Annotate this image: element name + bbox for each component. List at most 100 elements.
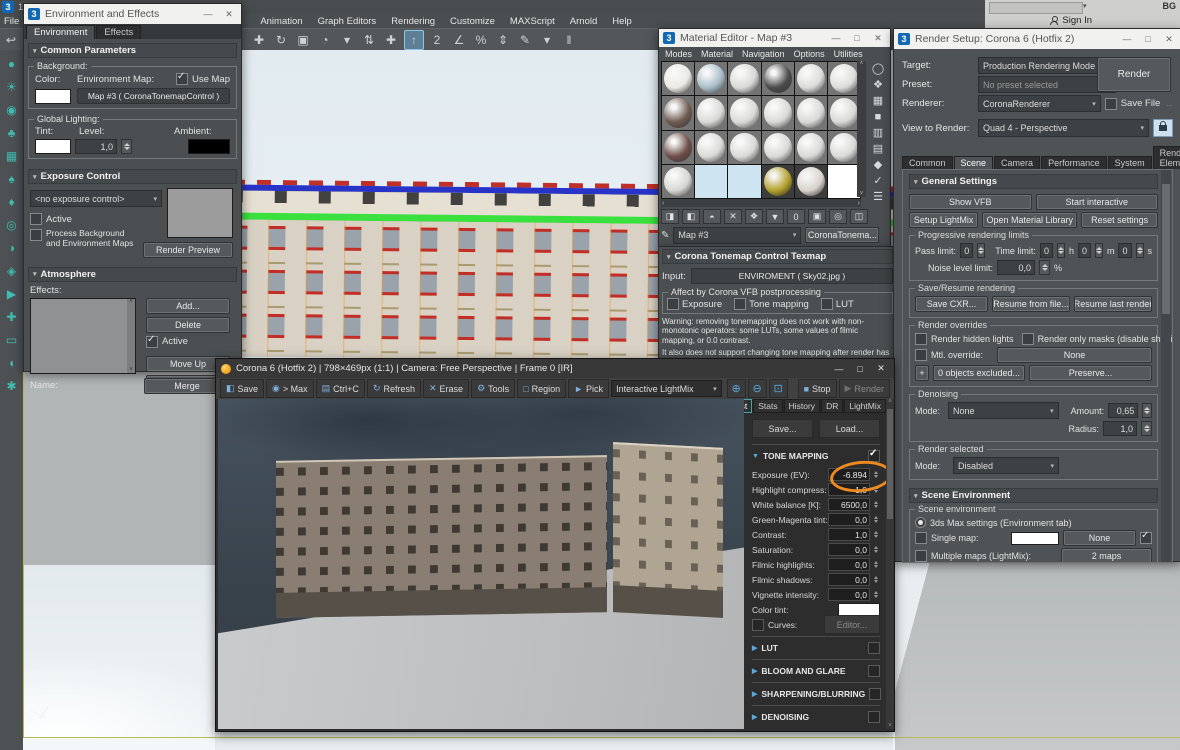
material-slot[interactable] <box>662 164 695 198</box>
material-slot[interactable] <box>728 130 761 164</box>
denoise-mode-dropdown[interactable]: None ▾ <box>948 402 1059 419</box>
reset-settings-button[interactable]: Reset settings <box>1081 212 1158 228</box>
time-m-value[interactable]: 0 <box>1077 243 1091 258</box>
objects-excluded-button[interactable]: 0 objects excluded... <box>933 365 1026 381</box>
maximize-button[interactable]: □ <box>1140 34 1156 44</box>
setup-lightmix-button[interactable]: Setup LightMix <box>909 212 979 228</box>
generate-preview-icon[interactable]: ◆ <box>874 159 882 171</box>
tonemap-rollout-header[interactable]: ▾ Corona Tonemap Control Texmap <box>662 249 893 264</box>
pick-button[interactable]: ► Pick <box>568 379 610 398</box>
angle-snap-icon[interactable]: ∠ <box>450 31 468 49</box>
param-value[interactable]: 0,0 <box>828 558 870 571</box>
snaps-icon[interactable]: ✚ <box>382 31 400 49</box>
save-file-browse-button[interactable]: ... <box>1166 99 1173 108</box>
tiling-icon[interactable]: ▥ <box>873 127 883 139</box>
minimize-button[interactable]: — <box>1119 34 1135 44</box>
snap-2d-icon[interactable]: ↑ <box>404 30 424 50</box>
pass-limit-spinner[interactable] <box>977 243 986 258</box>
video-color-check-icon[interactable]: ▤ <box>873 143 883 155</box>
time-h-value[interactable]: 0 <box>1039 243 1053 258</box>
material-slot[interactable] <box>761 130 794 164</box>
resume-from-file-button[interactable]: Resume from file... <box>992 296 1071 312</box>
render-selected-mode-dropdown[interactable]: Disabled ▾ <box>953 457 1059 474</box>
single-map-swatch[interactable] <box>1011 531 1059 545</box>
environment-map-button[interactable]: Map #3 ( CoronaTonemapControl ) <box>77 88 230 104</box>
put-to-library-icon[interactable]: ▼ <box>766 209 784 224</box>
exposure-control-dropdown[interactable]: <no exposure control> ▾ <box>30 190 162 207</box>
region-button[interactable]: □ Region <box>517 379 567 398</box>
level-value[interactable]: 1,0 <box>75 139 117 154</box>
vegetation-icon[interactable]: ♣ <box>8 127 16 139</box>
close-button[interactable]: ✕ <box>870 33 886 44</box>
material-slot[interactable] <box>662 130 695 164</box>
tone-mapping-checkbox[interactable] <box>868 448 880 462</box>
lightmix-dropdown[interactable]: Interactive LightMix ▾ <box>611 380 722 397</box>
minimize-button[interactable]: — <box>828 33 844 43</box>
send-to-max-button[interactable]: ◉ > Max <box>266 379 314 398</box>
scale-icon[interactable]: ▣ <box>294 31 312 49</box>
delete-effect-button[interactable]: Delete <box>146 316 230 333</box>
menu-item[interactable]: Arnold <box>570 16 597 27</box>
add-effect-button[interactable]: Add... <box>146 297 230 314</box>
render-setup-scrollbar[interactable] <box>1161 170 1171 562</box>
time-m-spinner[interactable] <box>1094 243 1103 258</box>
radius-value[interactable]: 1,0 <box>1103 421 1137 436</box>
affect-checkbox[interactable] <box>734 298 747 310</box>
section-checkbox[interactable] <box>868 665 880 677</box>
environment-window-titlebar[interactable]: 3 Environment and Effects — ✕ <box>24 4 241 24</box>
common-parameters-header[interactable]: ▾ Common Parameters <box>28 43 237 58</box>
play-icon[interactable]: ▶ <box>7 288 16 300</box>
param-value[interactable]: 1,0 <box>828 528 870 541</box>
multi-map-button[interactable]: 2 maps <box>1061 548 1152 562</box>
helper-icon[interactable]: ◈ <box>7 265 16 277</box>
material-slot[interactable] <box>827 130 860 164</box>
param-value[interactable]: 0,0 <box>828 513 870 526</box>
render-only-masks-checkbox[interactable] <box>1021 333 1034 345</box>
material-slot[interactable] <box>695 164 728 198</box>
curves-editor-button[interactable]: Editor... <box>824 615 880 634</box>
time-s-spinner[interactable] <box>1135 243 1144 258</box>
pivot-icon[interactable]: ◔ <box>316 31 334 49</box>
material-id-icon[interactable]: 0 <box>787 209 805 224</box>
slots-horizontal-scrollbar[interactable]: ‹ › <box>661 199 861 207</box>
param-value[interactable]: 0,0 <box>828 588 870 601</box>
vfb-panel-scrollbar[interactable]: ˄ ˅ <box>886 399 894 729</box>
zoom-out-button[interactable]: ⊖ <box>747 379 767 398</box>
menu-item[interactable]: Navigation <box>742 49 785 59</box>
process-bg-checkbox[interactable] <box>30 229 42 241</box>
exclude-plus-button[interactable]: + <box>915 365 929 381</box>
maximize-button[interactable]: □ <box>852 364 868 374</box>
mtl-override-checkbox[interactable] <box>915 349 927 361</box>
preserve-button[interactable]: Preserve... <box>1029 365 1152 381</box>
vfb-section-header[interactable]: ▶ LUT <box>752 636 880 654</box>
material-slot[interactable] <box>761 96 794 130</box>
radius-spinner[interactable] <box>1141 421 1152 436</box>
tonemap-load-button[interactable]: Load... <box>819 419 880 438</box>
ambient-swatch[interactable] <box>188 139 230 154</box>
effects-scrollbar[interactable]: ˄ ˅ <box>127 298 135 373</box>
menu-item[interactable]: Animation <box>260 16 302 27</box>
show-vfb-button[interactable]: Show VFB <box>909 194 1032 210</box>
material-slot[interactable] <box>827 96 860 130</box>
maximize-button[interactable]: □ <box>849 33 865 43</box>
workspace-dropdown-arrow[interactable]: ▾ <box>1083 2 1087 10</box>
param-value[interactable]: 1,0 <box>828 483 870 496</box>
multi-map-checkbox[interactable] <box>915 550 927 562</box>
general-settings-header[interactable]: ▾ General Settings <box>909 174 1158 189</box>
vfb-render-image[interactable] <box>218 399 744 729</box>
render-button[interactable]: ▶ Render <box>838 379 890 398</box>
zoom-fit-button[interactable]: ⊡ <box>768 379 788 398</box>
renderer-dropdown[interactable]: CoronaRenderer ▾ <box>978 95 1101 112</box>
slots-vertical-scrollbar[interactable]: ˄ ˅ <box>857 61 866 197</box>
menu-item[interactable]: Customize <box>450 16 495 27</box>
tree-icon[interactable]: ♠ <box>8 173 14 185</box>
spinner-snap-icon[interactable]: ⇕ <box>494 31 512 49</box>
make-unique-icon[interactable]: ❖ <box>745 209 763 224</box>
start-interactive-button[interactable]: Start interactive <box>1035 194 1158 210</box>
view-to-render-dropdown[interactable]: Quad 4 - Perspective ▾ <box>978 119 1149 137</box>
param-value[interactable]: 0,0 <box>828 543 870 556</box>
vfb-titlebar[interactable]: Corona 6 (Hotfix 2) | 798×469px (1:1) | … <box>216 359 894 378</box>
atmosphere-header[interactable]: ▾ Atmosphere <box>28 266 237 282</box>
select-move-icon[interactable]: ✚ <box>250 31 268 49</box>
resume-last-render-button[interactable]: Resume last render <box>1074 296 1152 312</box>
